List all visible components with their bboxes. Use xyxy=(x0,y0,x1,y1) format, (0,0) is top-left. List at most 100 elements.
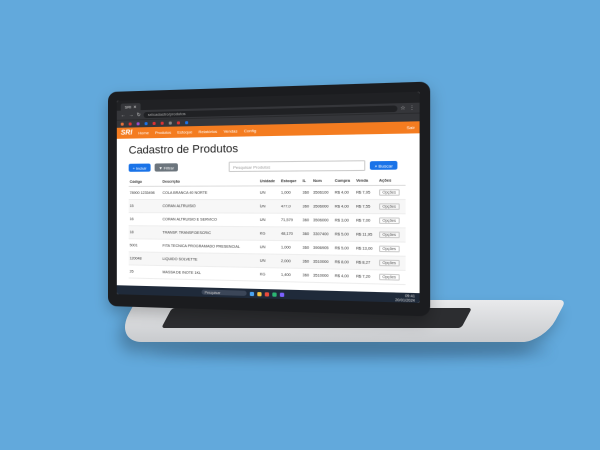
column-header[interactable]: Venda xyxy=(354,176,378,186)
table-cell: 15 xyxy=(128,199,162,213)
taskbar-search[interactable]: Pesquisar xyxy=(201,289,247,296)
menu-item-estoque[interactable]: Estoque xyxy=(177,129,192,134)
tab-title: SRI xyxy=(124,104,132,110)
star-icon[interactable]: ☆ xyxy=(400,105,405,112)
bookmark[interactable] xyxy=(144,122,149,126)
chrome-icon[interactable] xyxy=(264,291,270,297)
table-body: 78900 1235498 COLA BRANCA 40 NORTE UN 1,000… xyxy=(128,185,406,285)
bookmark[interactable] xyxy=(176,121,181,125)
bookmark[interactable] xyxy=(168,121,173,125)
table-cell: R$ 4,00 xyxy=(333,185,355,200)
menu-icon[interactable]: ⋮ xyxy=(409,104,415,111)
laptop-shadow xyxy=(150,345,550,359)
table-cell: 360 xyxy=(301,213,313,228)
table-cell: 18 xyxy=(128,225,162,240)
table-cell: R$ 13,00 xyxy=(354,241,378,256)
column-header[interactable]: Estoque xyxy=(279,176,302,186)
windows-icon[interactable] xyxy=(249,291,255,296)
table-cell: 3506100 xyxy=(312,185,334,200)
column-header[interactable]: Ncm xyxy=(312,176,334,186)
menu-item-produtos[interactable]: Produtos xyxy=(155,130,171,135)
table-cell: 1,000 xyxy=(279,185,302,200)
table-cell: 360 xyxy=(301,254,313,269)
products-table: Código Descrição Unidade Estoque IL Ncm … xyxy=(128,176,406,285)
close-icon[interactable]: ✕ xyxy=(133,104,136,109)
table-cell: Opções xyxy=(377,199,406,214)
table-cell: 3506000 xyxy=(312,213,334,228)
bookmark[interactable] xyxy=(120,122,125,126)
app-icon[interactable] xyxy=(272,291,277,297)
table-cell: R$ 8,27 xyxy=(354,255,378,270)
options-button[interactable]: Opções xyxy=(379,203,400,210)
back-icon[interactable]: ← xyxy=(121,112,126,118)
add-product-button[interactable]: + Incluir xyxy=(128,163,151,172)
table-cell: KG xyxy=(258,267,280,282)
options-button[interactable]: Opções xyxy=(379,231,400,239)
bookmark[interactable] xyxy=(136,122,141,126)
column-header[interactable]: Descrição xyxy=(161,177,259,187)
table-cell: R$ 8,00 xyxy=(333,255,355,270)
bookmark[interactable] xyxy=(160,121,165,125)
taskbar: Pesquisar 09:41 20/01/2024 xyxy=(116,285,420,303)
table-cell: UN xyxy=(258,240,280,255)
logout-link[interactable]: Sair xyxy=(407,125,415,131)
table-cell: R$ 7,20 xyxy=(354,269,378,284)
menu-item-home[interactable]: Home xyxy=(138,130,149,135)
bookmark[interactable] xyxy=(152,121,157,126)
browser-tab[interactable]: SRI ✕ xyxy=(120,103,141,111)
table-cell: R$ 7,00 xyxy=(354,213,378,228)
table-cell: R$ 7,55 xyxy=(354,199,378,214)
reload-icon[interactable]: ↻ xyxy=(137,112,141,118)
bookmark[interactable] xyxy=(185,121,189,125)
table-cell: R$ 5,00 xyxy=(333,241,355,256)
clock[interactable]: 09:41 20/01/2024 xyxy=(395,293,415,302)
table-cell: R$ 4,00 xyxy=(333,268,355,284)
table-cell: 360 xyxy=(301,268,313,283)
table-cell: Opções xyxy=(377,269,406,285)
table-cell: 3906905 xyxy=(312,240,334,256)
plus-icon: + xyxy=(132,165,135,171)
column-header: Ações xyxy=(377,176,406,186)
filter-icon: ▼ xyxy=(158,164,163,171)
table-cell: 360 xyxy=(301,227,313,241)
table-cell: TRANSP. TRANSP.DESCRIC xyxy=(161,225,259,241)
table-cell: 3510000 xyxy=(312,268,334,283)
table-cell: CORAN ALTRUISIO E SERVICO xyxy=(161,212,259,227)
table-cell: 3506000 xyxy=(312,199,334,214)
menu-item-config[interactable]: Config xyxy=(244,128,256,133)
table-cell: Opções xyxy=(377,255,406,271)
options-button[interactable]: Opções xyxy=(379,217,400,225)
table-cell: 360 xyxy=(301,185,313,200)
filter-button[interactable]: ▼ Filtrar xyxy=(154,163,179,172)
column-header[interactable]: Compra xyxy=(333,176,355,186)
table-cell: 1,000 xyxy=(279,240,302,255)
folder-icon[interactable] xyxy=(257,291,262,296)
app-logo[interactable]: SRI xyxy=(121,129,133,136)
table-cell: 120048 xyxy=(128,251,162,266)
bookmark[interactable] xyxy=(128,122,133,126)
search-input[interactable]: Pesquisar Produtos xyxy=(228,160,366,173)
search-button[interactable]: ⌕ Buscar xyxy=(370,160,398,170)
options-button[interactable]: Opções xyxy=(379,273,400,281)
table-cell: UN xyxy=(258,185,280,200)
column-header[interactable]: Código xyxy=(128,177,162,187)
options-button[interactable]: Opções xyxy=(379,189,400,196)
table-row[interactable]: 15 CORAN ALTRUISIO UN 477,0 360 3506000 R$ 4,0… xyxy=(128,199,406,214)
table-cell: R$ 3,00 xyxy=(333,213,355,228)
table-cell: R$ 4,00 xyxy=(333,199,355,214)
options-button[interactable]: Opções xyxy=(379,245,400,253)
options-button[interactable]: Opções xyxy=(379,259,400,267)
menu-item-vendas[interactable]: Vendas xyxy=(223,128,237,133)
table-cell: 26 xyxy=(128,264,162,279)
search-icon: ⌕ xyxy=(374,162,378,169)
table-cell: UN xyxy=(258,213,280,227)
menu-item-relatorios[interactable]: Relatórios xyxy=(198,129,217,135)
app-icon[interactable] xyxy=(279,292,285,297)
forward-icon[interactable]: → xyxy=(129,112,134,118)
table-cell: 3510000 xyxy=(312,254,334,269)
column-header[interactable]: IL xyxy=(301,176,313,186)
table-cell: R$ 5,00 xyxy=(333,227,355,242)
column-header[interactable]: Unidade xyxy=(258,176,280,186)
table-cell: COLA BRANCA 40 NORTE xyxy=(161,185,259,200)
table-row[interactable]: 78900 1235498 COLA BRANCA 40 NORTE UN 1,000… xyxy=(128,185,406,200)
